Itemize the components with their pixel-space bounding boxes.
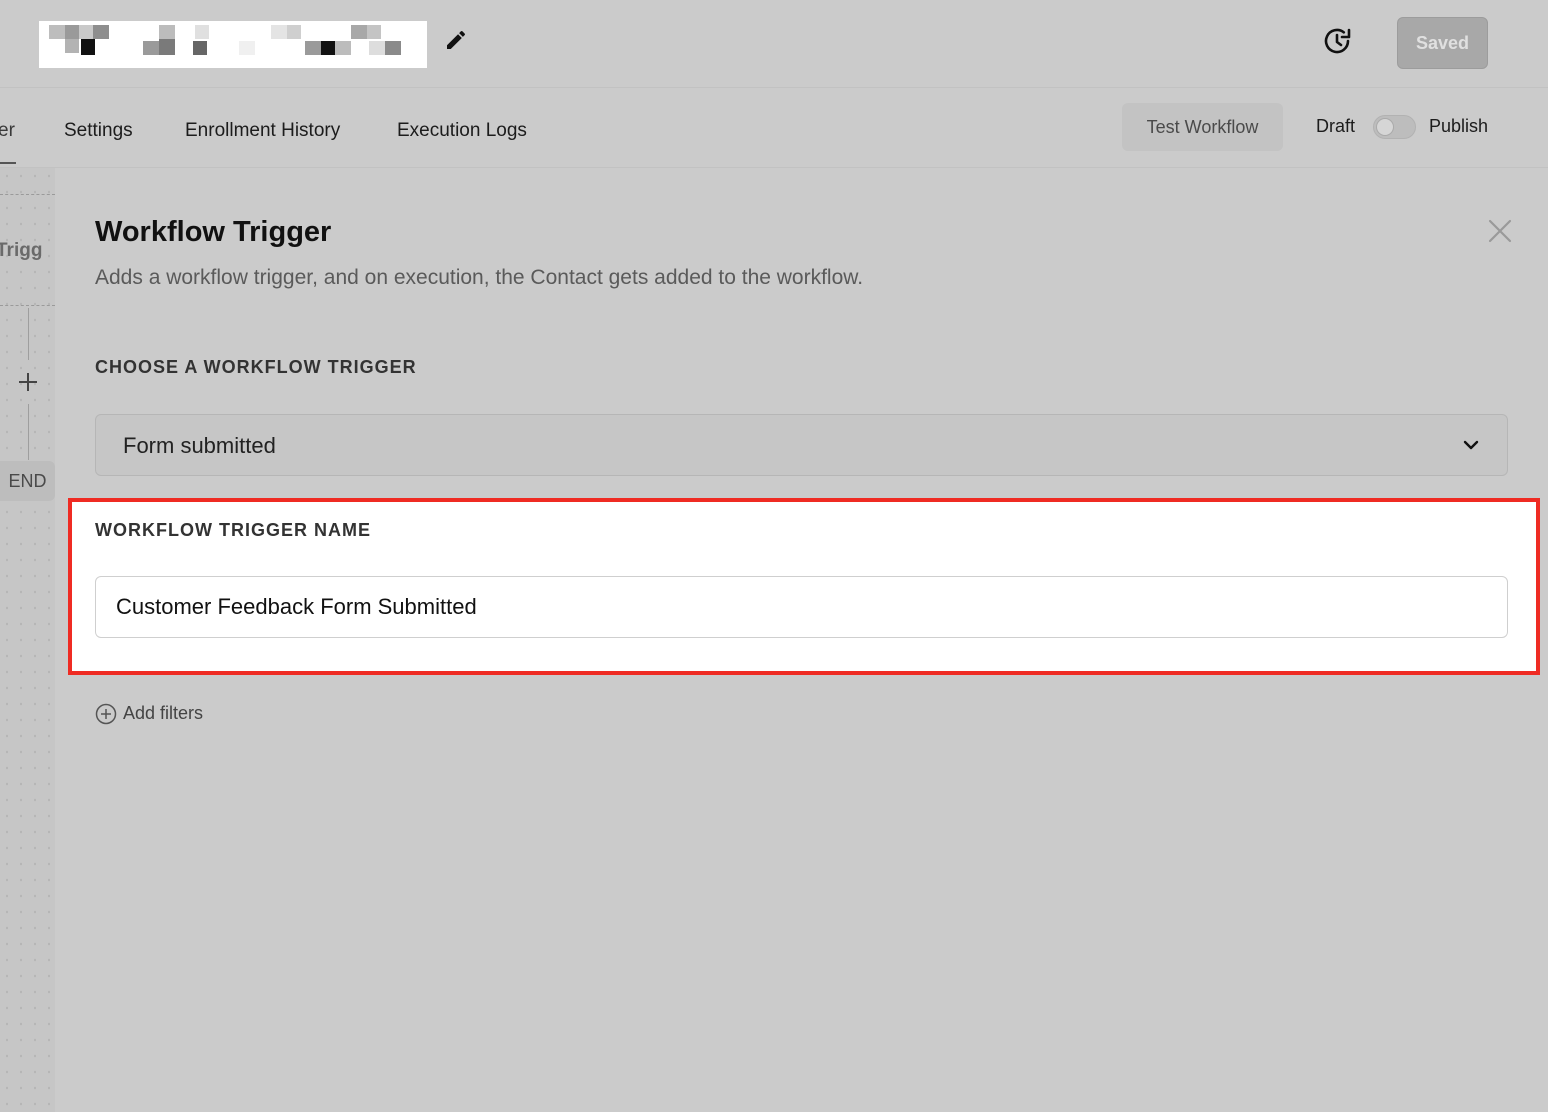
tab-settings[interactable]: Settings: [64, 120, 133, 142]
plus-circle-icon: [95, 703, 117, 725]
draft-label: Draft: [1316, 116, 1356, 136]
connector-line: [28, 404, 29, 460]
tab-enrollment-history[interactable]: Enrollment History: [185, 120, 340, 142]
saved-button[interactable]: Saved: [1397, 17, 1488, 69]
close-icon[interactable]: [1487, 218, 1513, 244]
publish-toggle[interactable]: [1373, 115, 1416, 139]
workflow-tabs-bar: er Settings Enrollment History Execution…: [0, 88, 1548, 168]
publish-label: Publish: [1429, 116, 1489, 136]
node-border-bottom: [0, 305, 55, 306]
add-filters-label: Add filters: [123, 703, 204, 723]
panel-description: Adds a workflow trigger, and on executio…: [95, 266, 864, 289]
workflow-canvas[interactable]: Trigg END: [0, 168, 55, 1112]
pencil-icon[interactable]: [444, 28, 468, 52]
history-icon[interactable]: [1320, 24, 1354, 58]
trigger-select[interactable]: Form submitted: [95, 414, 1508, 476]
end-node: END: [0, 461, 55, 501]
active-tab-underline: [0, 162, 16, 164]
connector-line: [28, 308, 29, 360]
panel-title: Workflow Trigger: [95, 216, 332, 248]
toggle-knob: [1376, 118, 1394, 136]
node-border-top: [0, 194, 55, 195]
tab-builder-partial[interactable]: er: [0, 120, 15, 142]
tab-execution-logs[interactable]: Execution Logs: [397, 120, 527, 142]
trigger-name-input[interactable]: [95, 576, 1508, 638]
trigger-node-label[interactable]: Trigg: [0, 240, 42, 262]
trigger-name-label: WORKFLOW TRIGGER NAME: [95, 520, 371, 540]
choose-trigger-label: CHOOSE A WORKFLOW TRIGGER: [95, 357, 417, 377]
top-bar: Saved: [0, 0, 1548, 88]
chevron-down-icon: [1463, 440, 1479, 450]
trigger-name-highlight: WORKFLOW TRIGGER NAME: [68, 498, 1540, 675]
selected-trigger-value: Form submitted: [123, 433, 276, 458]
add-step-plus-icon[interactable]: [17, 371, 39, 393]
test-workflow-button[interactable]: Test Workflow: [1122, 103, 1283, 151]
trigger-panel: Workflow Trigger Adds a workflow trigger…: [55, 168, 1548, 1112]
workflow-name-redacted[interactable]: [39, 21, 427, 68]
